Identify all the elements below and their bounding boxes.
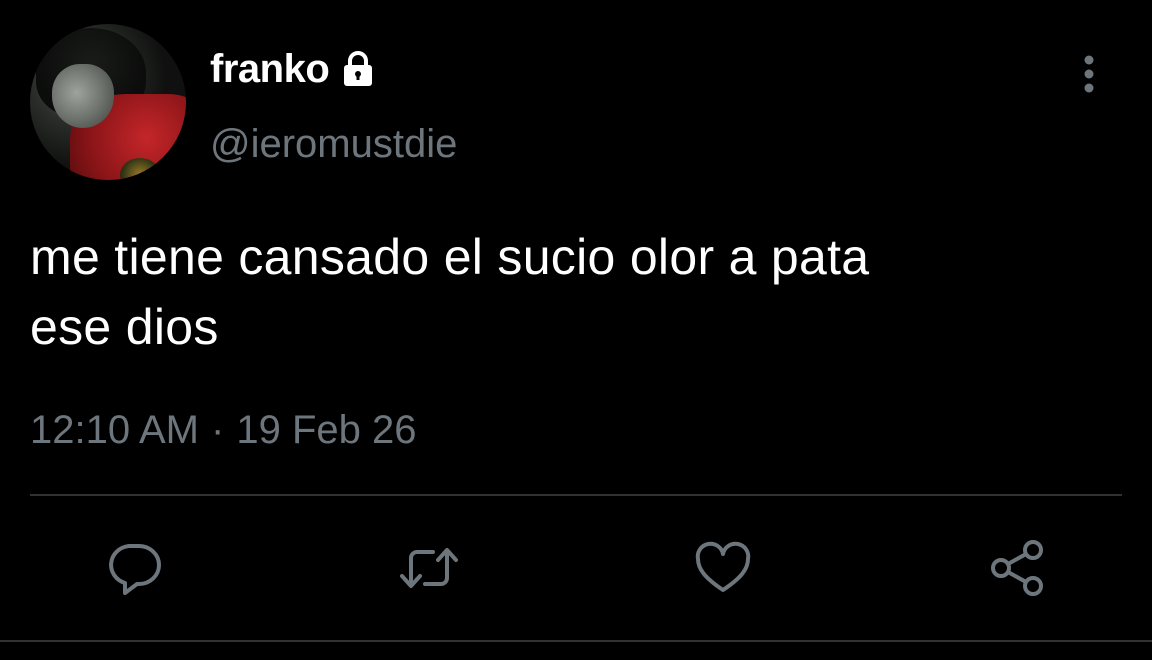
more-vertical-icon[interactable]: [1072, 54, 1106, 98]
divider: [30, 494, 1122, 496]
reply-icon: [109, 544, 161, 595]
tweet-date: 19 Feb 26: [236, 408, 417, 452]
heart-icon: [695, 541, 751, 592]
user-handle[interactable]: @ieromustdie: [210, 122, 457, 167]
timestamp-separator: ·: [211, 408, 225, 452]
tweet-detail: franko @ieromustdie me tiene cansado el …: [0, 0, 1152, 660]
avatar[interactable]: [30, 24, 186, 180]
retweet-icon: [400, 548, 458, 588]
like-button[interactable]: [691, 536, 755, 600]
tweet-text: me tiene cansado el sucio olor a pata es…: [30, 222, 1130, 362]
tweet-text-line: me tiene cansado el sucio olor a pata: [30, 229, 870, 285]
lock-icon: [339, 50, 377, 88]
share-icon: [991, 540, 1043, 596]
share-button[interactable]: [985, 536, 1049, 600]
tweet-text-line: ese dios: [30, 299, 219, 355]
display-name[interactable]: franko: [210, 47, 330, 92]
reply-button[interactable]: [103, 536, 167, 600]
retweet-button[interactable]: [397, 536, 461, 600]
tweet-time: 12:10 AM: [30, 408, 200, 452]
user-name-row[interactable]: franko: [210, 46, 377, 92]
avatar-face: [52, 64, 114, 128]
tweet-timestamp[interactable]: 12:10 AM · 19 Feb 26: [30, 408, 416, 453]
divider: [0, 640, 1152, 642]
